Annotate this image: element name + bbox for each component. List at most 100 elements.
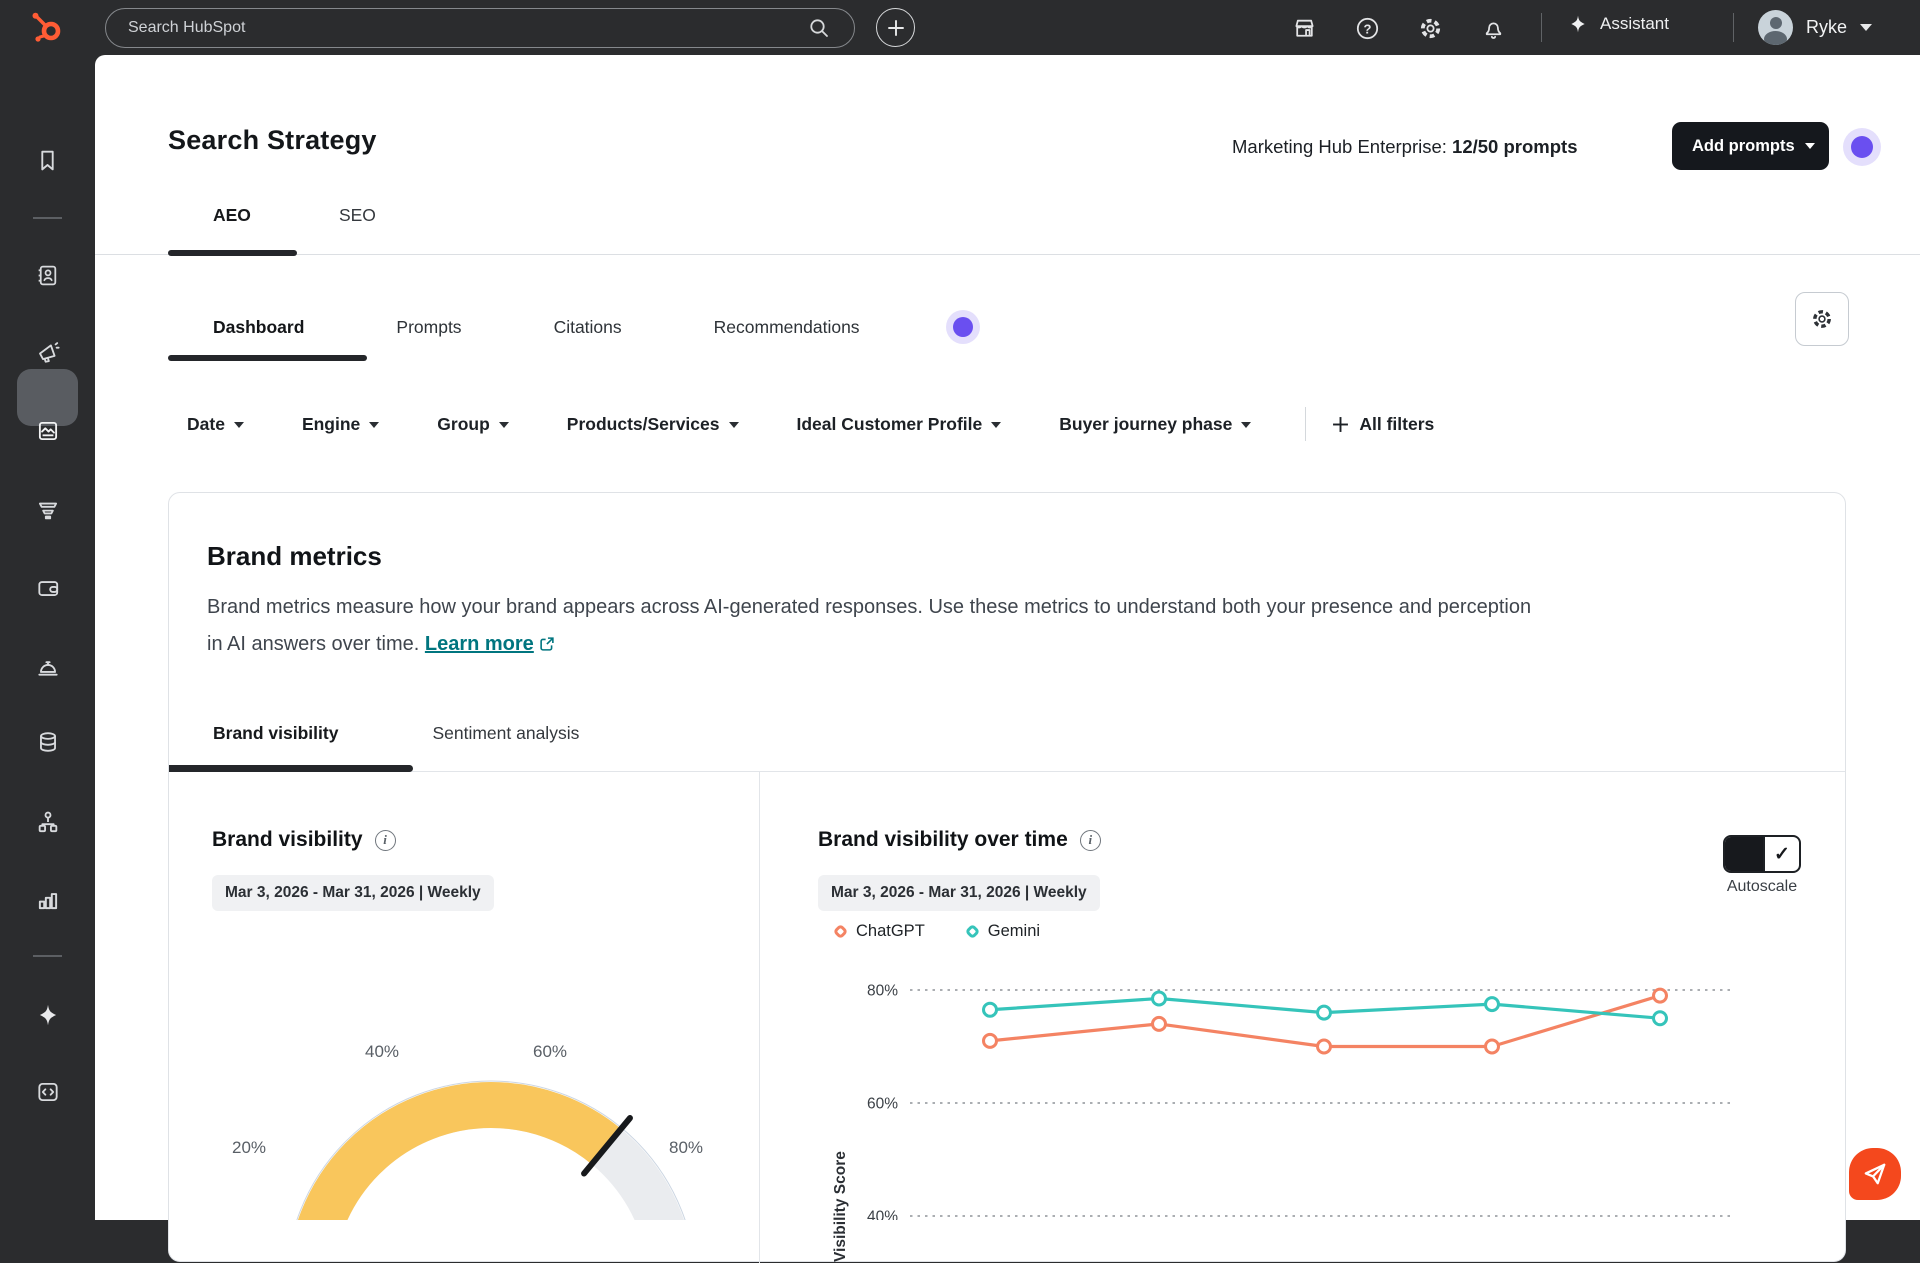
gauge-chart — [190, 1020, 790, 1220]
legend-item-chatgpt[interactable]: ChatGPT — [835, 922, 925, 941]
filter-engine[interactable]: Engine — [302, 414, 379, 435]
filter-ideal-customer-profile[interactable]: Ideal Customer Profile — [797, 414, 1002, 435]
user-menu[interactable]: Ryke — [1758, 10, 1872, 45]
sidebar-item-breeze-ai[interactable] — [0, 990, 95, 1040]
data-point-chatgpt[interactable] — [1486, 1040, 1499, 1053]
gear-icon — [1810, 307, 1834, 331]
tab-brand-visibility[interactable]: Brand visibility — [213, 723, 338, 744]
contacts-icon — [35, 263, 60, 288]
active-tab-underline — [168, 250, 297, 256]
legend-label: ChatGPT — [856, 922, 925, 941]
subtab-recommendations[interactable]: Recommendations — [714, 317, 860, 338]
sidebar-item-bookmarks[interactable] — [0, 135, 95, 185]
tab-sentiment-analysis[interactable]: Sentiment analysis — [432, 723, 579, 744]
sidebar-item-service[interactable] — [0, 641, 95, 691]
sidebar-item-sales[interactable] — [0, 484, 95, 534]
y-axis-label: Visibility Score — [832, 1151, 850, 1262]
plan-usage: Marketing Hub Enterprise: 12/50 prompts — [1232, 136, 1577, 158]
info-icon[interactable]: i — [1080, 830, 1101, 851]
chevron-down-icon — [991, 422, 1001, 428]
card-tab-bar: Brand visibility Sentiment analysis — [213, 723, 579, 744]
data-point-chatgpt[interactable] — [984, 1034, 997, 1047]
data-point-chatgpt[interactable] — [1153, 1017, 1166, 1030]
sidebar-item-automations[interactable] — [0, 797, 95, 847]
sidebar-item-content[interactable] — [0, 406, 95, 456]
create-button[interactable] — [876, 8, 915, 47]
data-point-gemini[interactable] — [1153, 992, 1166, 1005]
assistant-button[interactable]: Assistant — [1568, 14, 1669, 34]
search-input[interactable] — [105, 8, 855, 48]
y-tick-label: 40% — [867, 1209, 898, 1221]
hubspot-logo-icon[interactable] — [30, 12, 64, 44]
learn-more-link[interactable]: Learn more — [425, 633, 534, 655]
chevron-down-icon — [369, 422, 379, 428]
subtab-prompts[interactable]: Prompts — [396, 317, 461, 338]
filter-products-services[interactable]: Products/Services — [567, 414, 739, 435]
filter-date[interactable]: Date — [187, 414, 244, 435]
autoscale-control: ✓ Autoscale — [1723, 835, 1801, 896]
tab-aeo[interactable]: AEO — [213, 205, 251, 226]
plus-icon — [1332, 416, 1349, 433]
megaphone-icon — [35, 339, 61, 365]
bookmark-icon — [35, 148, 60, 173]
add-prompts-button[interactable]: Add prompts — [1672, 122, 1829, 170]
search-icon[interactable] — [808, 17, 830, 39]
settings-icon[interactable] — [1417, 15, 1443, 41]
subtab-citations[interactable]: Citations — [554, 317, 622, 338]
data-point-gemini[interactable] — [1654, 1012, 1667, 1025]
data-point-gemini[interactable] — [1486, 998, 1499, 1011]
plus-icon — [887, 19, 905, 37]
toggle-check: ✓ — [1763, 837, 1799, 871]
card-title: Brand metrics — [207, 541, 382, 572]
marketplace-icon[interactable] — [1291, 15, 1317, 41]
help-icon[interactable]: ? — [1354, 15, 1380, 41]
assistant-label: Assistant — [1600, 14, 1669, 34]
data-point-chatgpt[interactable] — [1318, 1040, 1331, 1053]
info-icon[interactable]: i — [375, 830, 396, 851]
all-filters-button[interactable]: All filters — [1332, 414, 1434, 435]
plan-label: Marketing Hub Enterprise: — [1232, 136, 1452, 157]
subtab-dashboard[interactable]: Dashboard — [213, 317, 304, 338]
sidebar-item-data[interactable] — [0, 717, 95, 767]
chevron-down-icon — [499, 422, 509, 428]
page-title: Search Strategy — [168, 125, 377, 156]
user-name: Ryke — [1806, 17, 1847, 38]
filter-group[interactable]: Group — [437, 414, 509, 435]
copilot-fab-button[interactable] — [1849, 1148, 1901, 1200]
recommendations-badge-halo — [946, 310, 980, 344]
gauge-tick-20: 20% — [232, 1138, 266, 1158]
card-description: Brand metrics measure how your brand app… — [207, 589, 1547, 663]
code-icon — [35, 1079, 61, 1105]
dashboard-settings-button[interactable] — [1795, 292, 1849, 346]
autoscale-toggle[interactable]: ✓ — [1723, 835, 1801, 873]
active-subtab-underline — [168, 355, 367, 361]
sidebar-item-commerce[interactable] — [0, 563, 95, 613]
card-description-text: Brand metrics measure how your brand app… — [207, 596, 1531, 655]
gauge-tick-60: 60% — [533, 1042, 567, 1062]
topbar-divider — [1733, 13, 1734, 42]
data-point-gemini[interactable] — [984, 1003, 997, 1016]
sidebar-item-reporting[interactable] — [0, 875, 95, 925]
notifications-icon[interactable] — [1480, 15, 1506, 41]
sidebar-item-contacts[interactable] — [0, 250, 95, 300]
line-panel-title: Brand visibility over time i — [818, 828, 1101, 852]
tab-seo[interactable]: SEO — [339, 205, 376, 226]
gemini-marker-icon — [965, 924, 981, 940]
y-tick-label: 60% — [867, 1096, 898, 1113]
sidebar — [0, 55, 95, 1220]
sparkle-icon — [1568, 14, 1588, 34]
database-icon — [35, 729, 61, 755]
avatar — [1758, 10, 1793, 45]
line-chart: 80%60%40% — [810, 960, 1830, 1220]
data-point-gemini[interactable] — [1318, 1006, 1331, 1019]
chatgpt-marker-icon — [833, 924, 849, 940]
filter-buyer-journey-phase[interactable]: Buyer journey phase — [1059, 414, 1251, 435]
sidebar-item-marketing[interactable] — [0, 327, 95, 377]
legend-item-gemini[interactable]: Gemini — [967, 922, 1040, 941]
gauge-tick-80: 80% — [669, 1138, 703, 1158]
wallet-icon — [35, 575, 61, 601]
content-icon — [35, 418, 61, 444]
data-point-chatgpt[interactable] — [1654, 989, 1667, 1002]
external-link-icon — [539, 636, 555, 652]
sidebar-item-developer[interactable] — [0, 1067, 95, 1117]
